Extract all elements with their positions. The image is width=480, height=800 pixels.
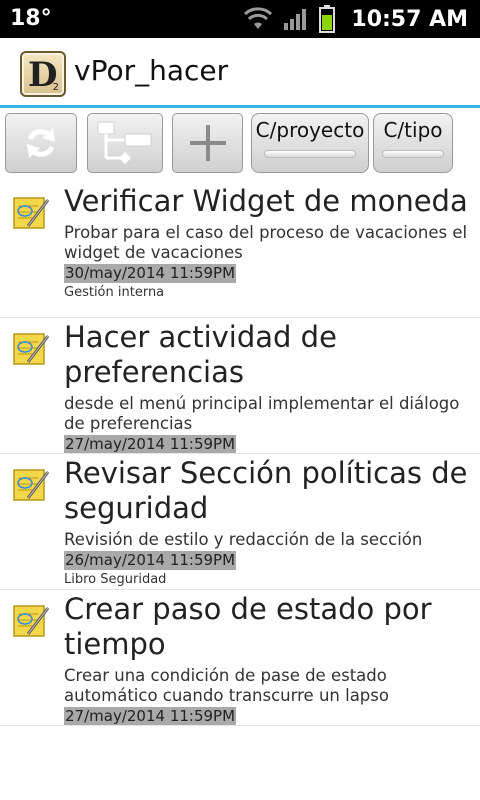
plus-icon	[189, 125, 226, 161]
task-date: 26/may/2014 11:59PM	[64, 551, 237, 570]
filter-by-project-label: C/proyecto	[255, 118, 365, 142]
task-content: Hacer actividad de preferencias desde el…	[64, 318, 470, 453]
status-icons: 10:57 AM	[243, 4, 468, 34]
refresh-icon	[27, 128, 55, 158]
list-item[interactable]: Crear paso de estado por tiempo Crear un…	[0, 590, 480, 726]
filter-by-type-indicator	[381, 150, 445, 158]
task-project: Gestión interna	[64, 285, 165, 300]
task-title: Crear paso de estado por tiempo	[64, 592, 432, 661]
filter-by-project-indicator	[263, 150, 357, 158]
notepad-icon	[13, 605, 50, 637]
add-button[interactable]	[172, 113, 243, 173]
wifi-icon	[244, 7, 273, 29]
task-list: Verificar Widget de moneda Probar para e…	[0, 182, 480, 726]
list-item[interactable]: Revisar Sección políticas de seguridad R…	[0, 454, 480, 590]
list-item[interactable]: Verificar Widget de moneda Probar para e…	[0, 182, 480, 318]
clock: 10:57 AM	[351, 6, 468, 32]
filter-by-project-button[interactable]: C/proyecto	[251, 113, 369, 173]
task-description: Crear una condición de pase de estado au…	[64, 666, 389, 705]
workflow-button[interactable]	[87, 113, 163, 173]
app-logo-subscript: 2	[52, 82, 59, 93]
toolbar: C/proyecto C/tipo	[0, 110, 480, 176]
task-project: Libro Seguridad	[64, 572, 167, 587]
notepad-icon	[13, 469, 50, 501]
task-title: Revisar Sección políticas de seguridad	[64, 456, 468, 525]
task-title: Verificar Widget de moneda	[64, 184, 468, 218]
task-date: 27/may/2014 11:59PM	[64, 435, 237, 453]
battery-icon	[319, 5, 336, 33]
refresh-button[interactable]	[5, 113, 77, 173]
workflow-icon	[97, 121, 152, 164]
filter-by-type-button[interactable]: C/tipo	[373, 113, 453, 173]
status-bar: 18° 10:57 AM	[0, 0, 480, 38]
task-date: 27/may/2014 11:59PM	[64, 707, 237, 725]
task-content: Revisar Sección políticas de seguridad R…	[64, 454, 470, 589]
app-title: vPor_hacer	[74, 54, 229, 87]
task-description: Revisión de estilo y redacción de la sec…	[64, 530, 423, 549]
task-description: Probar para el caso del proceso de vacac…	[64, 223, 468, 262]
app-logo[interactable]: D 2	[20, 51, 66, 97]
filter-by-type-label: C/tipo	[383, 118, 443, 142]
list-item[interactable]: Hacer actividad de preferencias desde el…	[0, 318, 480, 454]
task-content: Crear paso de estado por tiempo Crear un…	[64, 590, 470, 725]
signal-icon	[284, 9, 307, 30]
task-content: Verificar Widget de moneda Probar para e…	[64, 182, 470, 317]
notepad-icon	[13, 197, 50, 229]
temperature-label: 18°	[10, 6, 52, 31]
notepad-icon	[13, 333, 50, 365]
task-description: desde el menú principal implementar el d…	[64, 394, 460, 433]
task-date: 30/may/2014 11:59PM	[64, 264, 237, 283]
action-bar: D 2 vPor_hacer	[0, 38, 480, 108]
task-title: Hacer actividad de preferencias	[64, 320, 337, 389]
